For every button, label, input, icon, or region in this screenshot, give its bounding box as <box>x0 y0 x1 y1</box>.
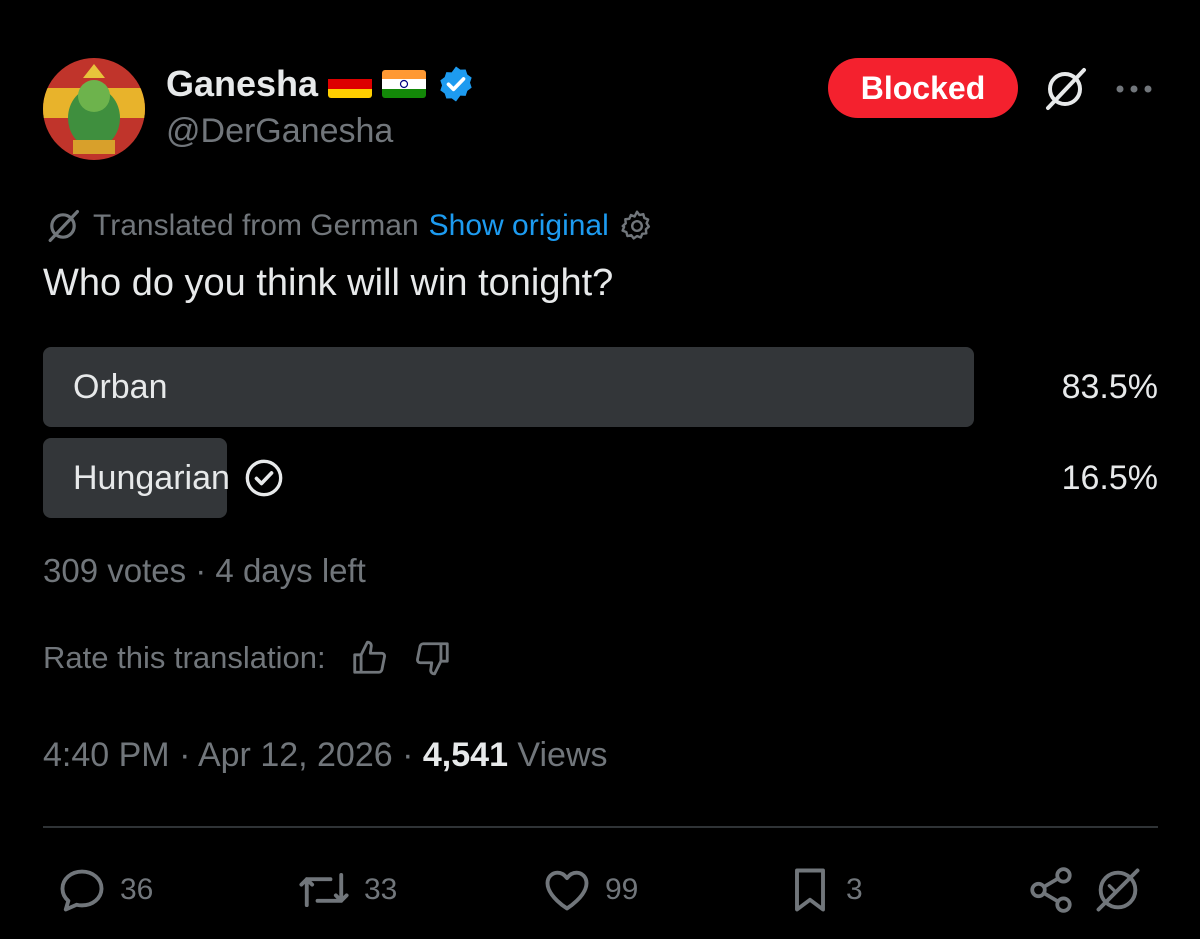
repost-icon <box>296 864 352 916</box>
bookmark-count: 3 <box>846 873 863 906</box>
poll-option-label: Hungarian <box>73 458 230 497</box>
blocked-button[interactable]: Blocked <box>828 58 1018 118</box>
rate-translation-row: Rate this translation: <box>43 636 452 680</box>
bookmark-icon <box>786 864 834 916</box>
heart-icon <box>541 864 593 916</box>
gear-icon[interactable] <box>619 208 655 244</box>
india-flag-icon <box>382 70 427 98</box>
rate-translation-label: Rate this translation: <box>43 640 326 675</box>
repost-button[interactable]: 33 <box>296 862 397 918</box>
poll-option: Hungarian 16.5% <box>43 438 1158 518</box>
check-circle-icon <box>244 458 284 498</box>
poll-option-label: Orban <box>73 367 168 406</box>
timestamp[interactable]: 4:40 PM · Apr 12, 2026 · <box>43 736 423 774</box>
poll-meta: 309 votes · 4 days left <box>43 552 366 589</box>
poll-option-percent: 16.5% <box>1061 458 1158 497</box>
like-button[interactable]: 99 <box>541 862 638 918</box>
avatar[interactable] <box>43 58 145 160</box>
poll-bar <box>43 347 974 427</box>
divider <box>43 826 1158 828</box>
share-icon <box>1026 864 1076 916</box>
poll-option-percent: 83.5% <box>1061 367 1158 406</box>
translation-row: Translated from German Show original <box>43 204 655 248</box>
translation-label: Translated from German <box>93 209 419 242</box>
grok-explain-icon <box>1092 864 1144 916</box>
thumbs-up-icon[interactable] <box>350 639 388 677</box>
reply-button[interactable]: 36 <box>56 862 153 918</box>
more-options-icon[interactable] <box>1112 74 1156 104</box>
views-count: 4,541 <box>422 736 508 774</box>
grok-icon[interactable] <box>1040 64 1090 114</box>
tweet-text: Who do you think will win tonight? <box>43 262 614 304</box>
germany-flag-icon <box>328 70 373 98</box>
poll-option: Orban 83.5% <box>43 347 1158 427</box>
grok-explain-button[interactable] <box>1092 862 1144 918</box>
timestamp-row: 4:40 PM · Apr 12, 2026 · 4,541 Views <box>43 736 608 775</box>
verified-badge-icon <box>436 64 476 104</box>
thumbs-down-icon[interactable] <box>414 639 452 677</box>
display-name[interactable]: Ganesha <box>166 63 318 105</box>
repost-count: 33 <box>364 873 398 906</box>
author-handle[interactable]: @DerGanesha <box>166 112 393 151</box>
reply-icon <box>56 864 108 916</box>
views-label: Views <box>507 736 608 774</box>
reply-count: 36 <box>120 873 154 906</box>
share-button[interactable] <box>1026 862 1076 918</box>
grok-translate-icon <box>43 206 83 246</box>
bookmark-button[interactable]: 3 <box>786 862 863 918</box>
show-original-link[interactable]: Show original <box>429 209 609 243</box>
like-count: 99 <box>605 873 639 906</box>
author-name-row: Ganesha <box>166 62 476 106</box>
